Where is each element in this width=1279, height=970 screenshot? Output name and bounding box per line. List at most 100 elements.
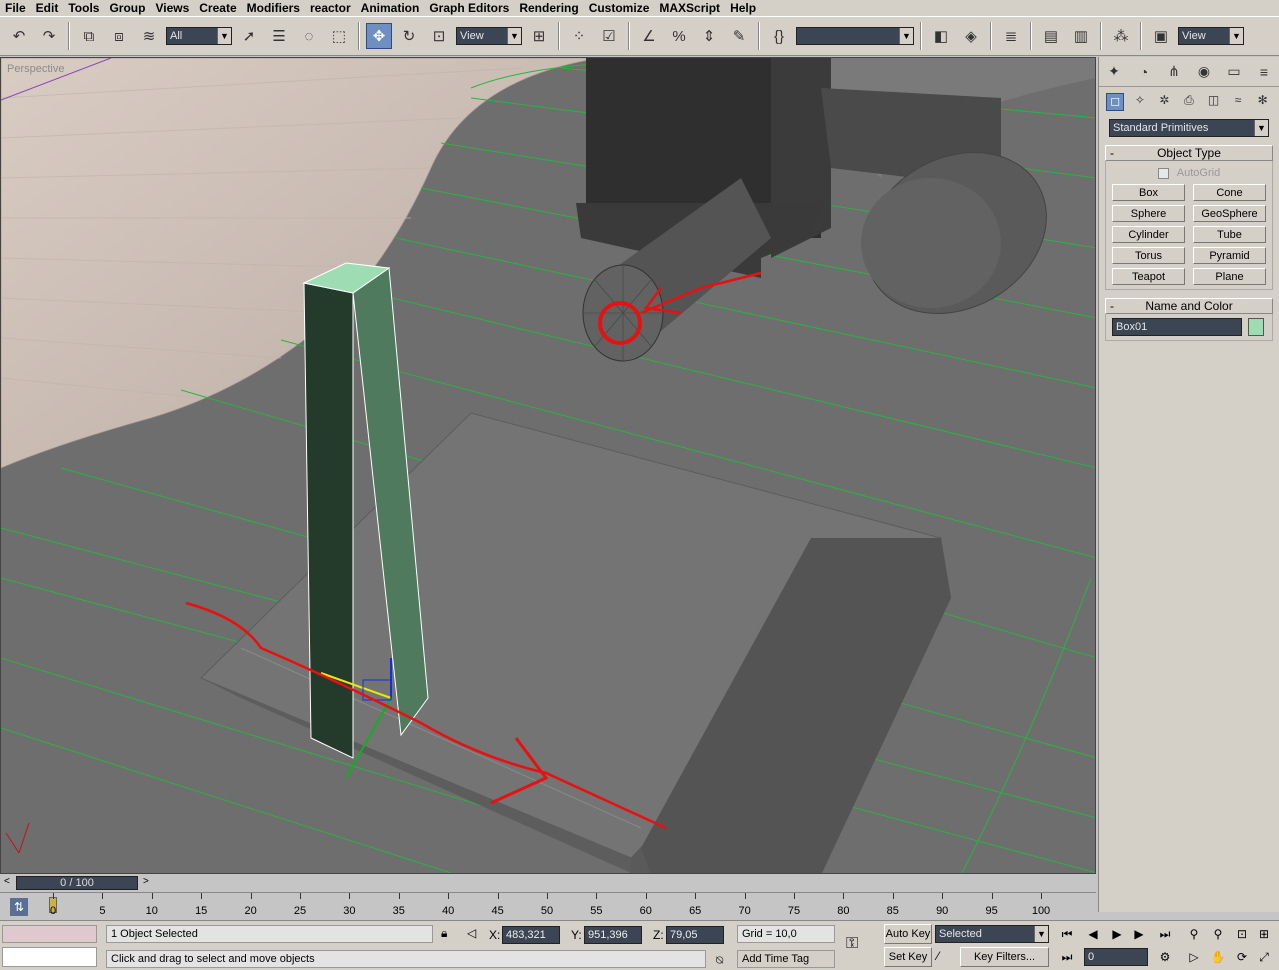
zoom-extents-all-icon[interactable]: ⊞ — [1254, 924, 1274, 944]
menu-rendering[interactable]: Rendering — [514, 1, 583, 15]
maxscript-listener-mini[interactable] — [2, 925, 97, 943]
keyboard-shortcut-override-icon[interactable]: ⁘ — [566, 23, 592, 49]
chevron-left-icon[interactable]: < — [4, 876, 14, 887]
align-icon[interactable]: ◈ — [958, 23, 984, 49]
select-and-rotate-icon[interactable]: ↻ — [396, 23, 422, 49]
named-selection-sets-icon[interactable]: {} — [766, 23, 792, 49]
select-by-name-icon[interactable]: ☰ — [266, 23, 292, 49]
autogrid-checkbox[interactable]: AutoGrid — [1112, 165, 1266, 181]
object-type-rollout-header[interactable]: - Object Type — [1105, 145, 1273, 161]
layer-manager-icon[interactable]: ≣ — [998, 23, 1024, 49]
menu-tools[interactable]: Tools — [63, 1, 104, 15]
menu-create[interactable]: Create — [194, 1, 241, 15]
time-configuration-icon[interactable]: ⚙ — [1155, 947, 1175, 967]
lock-selection-icon[interactable]: 🔒︎ — [441, 926, 447, 941]
time-slider-thumb[interactable]: 0 / 100 — [16, 876, 138, 890]
set-key-key-icon[interactable]: ⚿ — [846, 935, 858, 953]
set-key-button[interactable]: Set Key — [884, 947, 932, 967]
utilities-tab-icon[interactable]: ≡ — [1253, 64, 1275, 80]
display-tab-icon[interactable]: ▭ — [1223, 63, 1245, 80]
key-filters-button[interactable]: Key Filters... — [960, 947, 1049, 967]
menu-edit[interactable]: Edit — [31, 1, 64, 15]
torus-button[interactable]: Torus — [1112, 247, 1185, 264]
selection-region-icon[interactable]: ◌ — [296, 23, 322, 49]
menu-reactor[interactable]: reactor — [305, 1, 356, 15]
hierarchy-tab-icon[interactable]: ⋔ — [1163, 63, 1185, 80]
helpers-icon[interactable]: ◫ — [1205, 93, 1223, 111]
edit-named-selection-icon[interactable]: ✎ — [726, 23, 752, 49]
perspective-viewport[interactable]: Perspective — [0, 57, 1096, 874]
menu-modifiers[interactable]: Modifiers — [242, 1, 305, 15]
menu-graph-editors[interactable]: Graph Editors — [424, 1, 514, 15]
zoom-extents-icon[interactable]: ⊡ — [1232, 924, 1252, 944]
menu-group[interactable]: Group — [104, 1, 150, 15]
zoom-all-icon[interactable]: ⚲ — [1208, 924, 1228, 944]
menu-help[interactable]: Help — [725, 1, 761, 15]
go-to-start-icon[interactable]: ⏮ — [1057, 924, 1077, 944]
default-in-out-tangent-icon[interactable]: ⁄ — [937, 949, 939, 963]
cameras-icon[interactable]: ⎙ — [1180, 93, 1198, 111]
pivot-center-icon[interactable]: ⊞ — [526, 23, 552, 49]
named-selection-dropdown[interactable]: ▼ — [796, 27, 914, 45]
pyramid-button[interactable]: Pyramid — [1193, 247, 1266, 264]
material-editor-icon[interactable]: ⁂ — [1108, 23, 1134, 49]
object-name-field[interactable]: Box01 — [1112, 318, 1242, 336]
add-time-tag-button[interactable]: Add Time Tag — [737, 950, 835, 968]
select-object-icon[interactable]: ➚ — [236, 23, 262, 49]
modify-tab-icon[interactable]: ◔ — [1133, 64, 1155, 80]
snaps-toggle-icon[interactable]: ☑ — [596, 23, 622, 49]
menu-maxscript[interactable]: MAXScript — [654, 1, 725, 15]
select-and-scale-icon[interactable]: ⊡ — [426, 23, 452, 49]
space-warps-icon[interactable]: ≈ — [1229, 93, 1247, 111]
box-button[interactable]: Box — [1112, 184, 1185, 201]
arc-rotate-icon[interactable]: ⟳ — [1232, 947, 1252, 967]
chevron-right-icon[interactable]: > — [143, 876, 153, 887]
angle-snap-icon[interactable]: ∠ — [636, 23, 662, 49]
viewport-label[interactable]: Perspective — [7, 63, 64, 75]
menu-file[interactable]: File — [0, 1, 31, 15]
zoom-icon[interactable]: ⚲ — [1184, 924, 1204, 944]
name-color-rollout-header[interactable]: - Name and Color — [1105, 298, 1273, 314]
percent-snap-icon[interactable]: % — [666, 23, 692, 49]
tube-button[interactable]: Tube — [1193, 226, 1266, 243]
redo-icon[interactable]: ↷ — [36, 23, 62, 49]
spinner-snap-icon[interactable]: ⇕ — [696, 23, 722, 49]
geometry-icon[interactable]: ◻ — [1106, 93, 1125, 111]
previous-frame-icon[interactable]: ◀ — [1083, 924, 1103, 944]
z-coordinate-field[interactable]: 79,05 — [666, 926, 724, 944]
shapes-icon[interactable]: ✧ — [1131, 93, 1149, 111]
motion-tab-icon[interactable]: ◉ — [1193, 63, 1215, 80]
next-frame-icon[interactable]: ▶ — [1129, 924, 1149, 944]
open-mini-curve-editor-icon[interactable]: ⇅ — [10, 898, 28, 916]
primitive-category-dropdown[interactable]: Standard Primitives ▼ — [1109, 119, 1269, 137]
y-coordinate-field[interactable]: 951,396 — [584, 926, 642, 944]
undo-icon[interactable]: ↶ — [6, 23, 32, 49]
reference-coordinate-dropdown[interactable]: View ▼ — [456, 27, 522, 45]
window-crossing-icon[interactable]: ⬚ — [326, 23, 352, 49]
track-bar[interactable]: ⇅ 0 5 10 15 20 25 30 35 40 45 50 55 60 65 70 75 80 85 90 95… — [0, 892, 1096, 920]
go-to-end-icon[interactable]: ⏭ — [1155, 924, 1175, 944]
field-of-view-icon[interactable]: ▷ — [1184, 947, 1204, 967]
maximize-viewport-icon[interactable]: ⤢ — [1254, 947, 1274, 967]
systems-icon[interactable]: ✻ — [1254, 93, 1272, 111]
curve-editor-icon[interactable]: ▤ — [1038, 23, 1064, 49]
teapot-button[interactable]: Teapot — [1112, 268, 1185, 285]
maxscript-input[interactable] — [2, 947, 97, 967]
select-and-link-icon[interactable]: ⧉ — [76, 23, 102, 49]
menu-customize[interactable]: Customize — [584, 1, 655, 15]
cone-button[interactable]: Cone — [1193, 184, 1266, 201]
auto-key-button[interactable]: Auto Key — [884, 924, 932, 944]
key-mode-dropdown[interactable]: Selected ▼ — [935, 925, 1049, 943]
lights-icon[interactable]: ✲ — [1155, 93, 1173, 111]
object-color-swatch[interactable] — [1248, 318, 1264, 336]
time-tag-icon[interactable]: ⍉ — [716, 953, 723, 968]
current-frame-field[interactable]: 0 — [1084, 948, 1148, 966]
menu-views[interactable]: Views — [150, 1, 194, 15]
sphere-button[interactable]: Sphere — [1112, 205, 1185, 222]
geosphere-button[interactable]: GeoSphere — [1193, 205, 1266, 222]
menu-animation[interactable]: Animation — [356, 1, 425, 15]
pan-view-icon[interactable]: ✋ — [1208, 947, 1228, 967]
create-tab-icon[interactable]: ✦ — [1103, 63, 1125, 80]
render-view-dropdown[interactable]: View ▼ — [1178, 27, 1244, 45]
selection-filter-dropdown[interactable]: All ▼ — [166, 27, 232, 45]
